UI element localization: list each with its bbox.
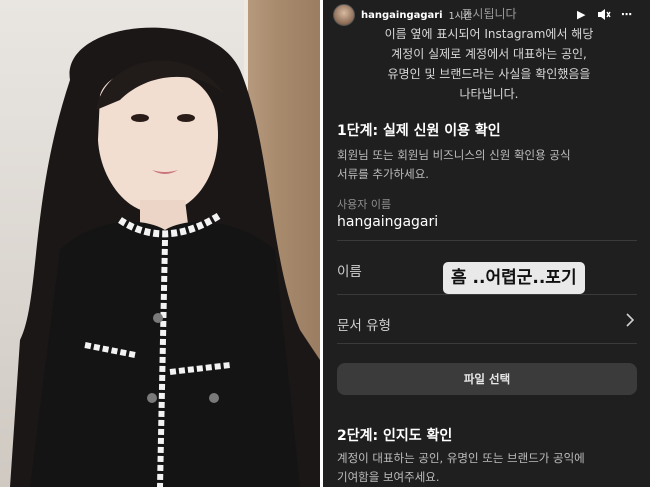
step2-description: 계정이 대표하는 공인, 유명인 또는 브랜드가 공익에 기여함을 보여주세요. (337, 449, 627, 487)
story-time: 1시간 (448, 11, 473, 22)
jacket-button (153, 313, 163, 323)
avatar[interactable] (333, 4, 355, 26)
document-type-select[interactable]: 문서 유형 (337, 314, 391, 334)
step1-description-line: 회원님 또는 회원님 비즈니스의 신원 확인용 공식 (337, 148, 571, 162)
choose-file-button[interactable]: 파일 선택 (337, 363, 637, 395)
instagram-story: 표시됩니다 이름 옆에 표시되어 Instagram에서 해당 계정이 실제로 … (323, 0, 650, 487)
chevron-right-icon[interactable] (626, 312, 635, 331)
more-options-icon[interactable]: ⋯ (621, 8, 632, 22)
step1-description-line: 서류를 추가하세요. (337, 167, 429, 181)
right-eye (177, 114, 195, 122)
step2-description-line: 기여함을 보여주세요. (337, 470, 440, 484)
intro-line: 계정이 실제로 계정에서 대표하는 공인, (391, 47, 587, 61)
step2-description-line: 계정이 대표하는 공인, 유명인 또는 브랜드가 공익에 (337, 451, 585, 465)
divider (337, 294, 637, 295)
left-eye (131, 114, 149, 122)
name-field[interactable]: 이름 (337, 260, 362, 280)
step1-description: 회원님 또는 회원님 비즈니스의 신원 확인용 공식 서류를 추가하세요. (337, 146, 627, 184)
step2-title: 2단계: 인지도 확인 (337, 428, 453, 444)
mute-icon[interactable] (597, 8, 611, 25)
jacket-button (147, 393, 157, 403)
jacket-button (209, 393, 219, 403)
step1-title: 1단계: 실제 신원 이용 확인 (337, 123, 501, 139)
play-icon[interactable]: ▶ (577, 8, 585, 22)
intro-line: 유명인 및 브랜드라는 사실을 확인했음을 (387, 67, 591, 81)
divider (337, 343, 637, 344)
username-field-value[interactable]: hangaingagari (337, 214, 438, 230)
portrait-illustration (10, 27, 320, 487)
text-sticker[interactable]: 흠 ..어렵군..포기 (443, 262, 585, 294)
intro-line: 나타냅니다. (459, 87, 519, 101)
username-field-label: 사용자 이름 (337, 198, 392, 211)
story-username[interactable]: hangaingagari (361, 10, 443, 21)
divider (337, 240, 637, 241)
profile-photo (0, 0, 320, 487)
